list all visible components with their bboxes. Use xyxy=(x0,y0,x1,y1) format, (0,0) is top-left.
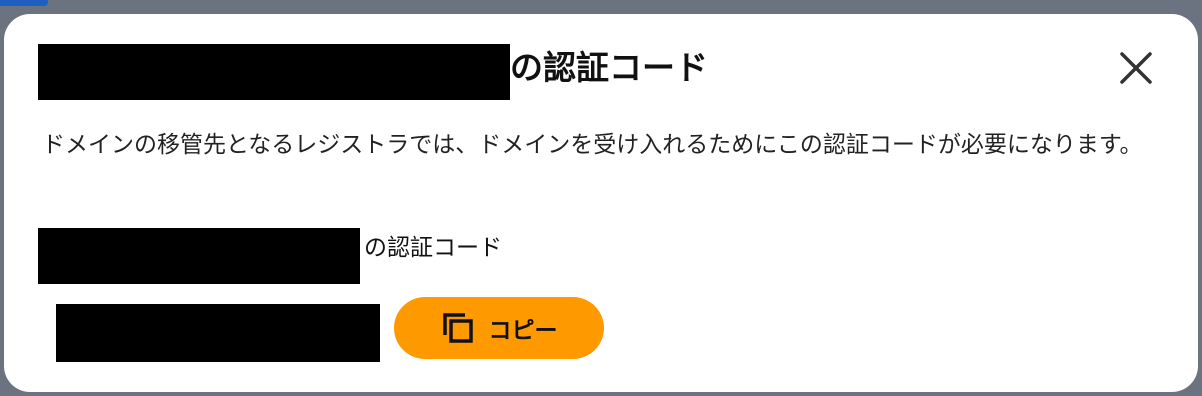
close-icon xyxy=(1120,52,1152,84)
copy-icon xyxy=(442,313,473,343)
redacted-domain-title xyxy=(38,44,510,100)
redacted-auth-code xyxy=(56,304,380,362)
copy-button[interactable]: コピー xyxy=(394,297,604,359)
dialog-description: ドメインの移管先となるレジストラでは、ドメインを受け入れるためにこの認証コードが… xyxy=(42,132,1143,158)
dialog-title: の認証コード xyxy=(510,48,708,87)
auth-code-label: の認証コード xyxy=(364,235,502,261)
background-accent xyxy=(0,0,48,6)
copy-button-label: コピー xyxy=(488,318,558,344)
redacted-domain-label xyxy=(38,228,360,284)
close-button[interactable] xyxy=(1112,44,1160,92)
